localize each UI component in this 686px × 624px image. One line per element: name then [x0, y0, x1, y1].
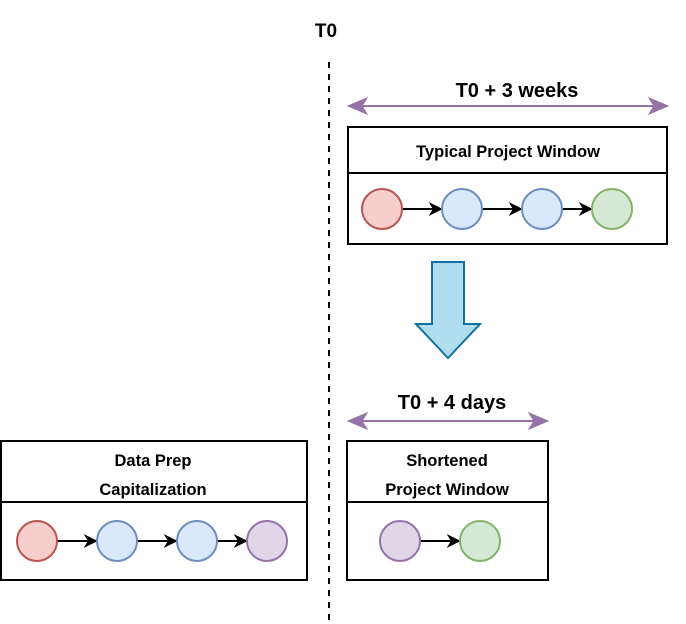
t0-label: T0: [315, 21, 337, 42]
data-prep-capitalization-box[interactable]: Data Prep Capitalization: [0, 440, 308, 581]
node-blue[interactable]: [96, 520, 138, 562]
typical-box-title: Typical Project Window: [416, 143, 600, 161]
typical-project-window-box[interactable]: Typical Project Window: [347, 126, 668, 245]
node-blue[interactable]: [521, 188, 563, 230]
node-blue[interactable]: [441, 188, 483, 230]
dataprep-box-title-line2: Capitalization: [99, 481, 206, 499]
diagram-canvas: T0 T0 + 3 weeks Typical Project Window T…: [0, 21, 670, 622]
shortened-project-window-box[interactable]: Shortened Project Window: [346, 440, 549, 581]
node-purple[interactable]: [379, 520, 421, 562]
node-red[interactable]: [361, 188, 403, 230]
shortened-span-arrow: [346, 411, 550, 431]
node-green[interactable]: [591, 188, 633, 230]
node-blue[interactable]: [176, 520, 218, 562]
transition-down-arrow-icon: [413, 261, 483, 360]
shortened-span-label: T0 + 4 days: [398, 392, 506, 414]
node-purple[interactable]: [246, 520, 288, 562]
typical-span-label: T0 + 3 weeks: [456, 80, 579, 102]
shortened-box-title-line1: Shortened: [406, 452, 488, 470]
dataprep-box-title-line1: Data Prep: [114, 452, 191, 470]
node-green[interactable]: [459, 520, 501, 562]
shortened-box-title-line2: Project Window: [385, 481, 509, 499]
node-red[interactable]: [16, 520, 58, 562]
